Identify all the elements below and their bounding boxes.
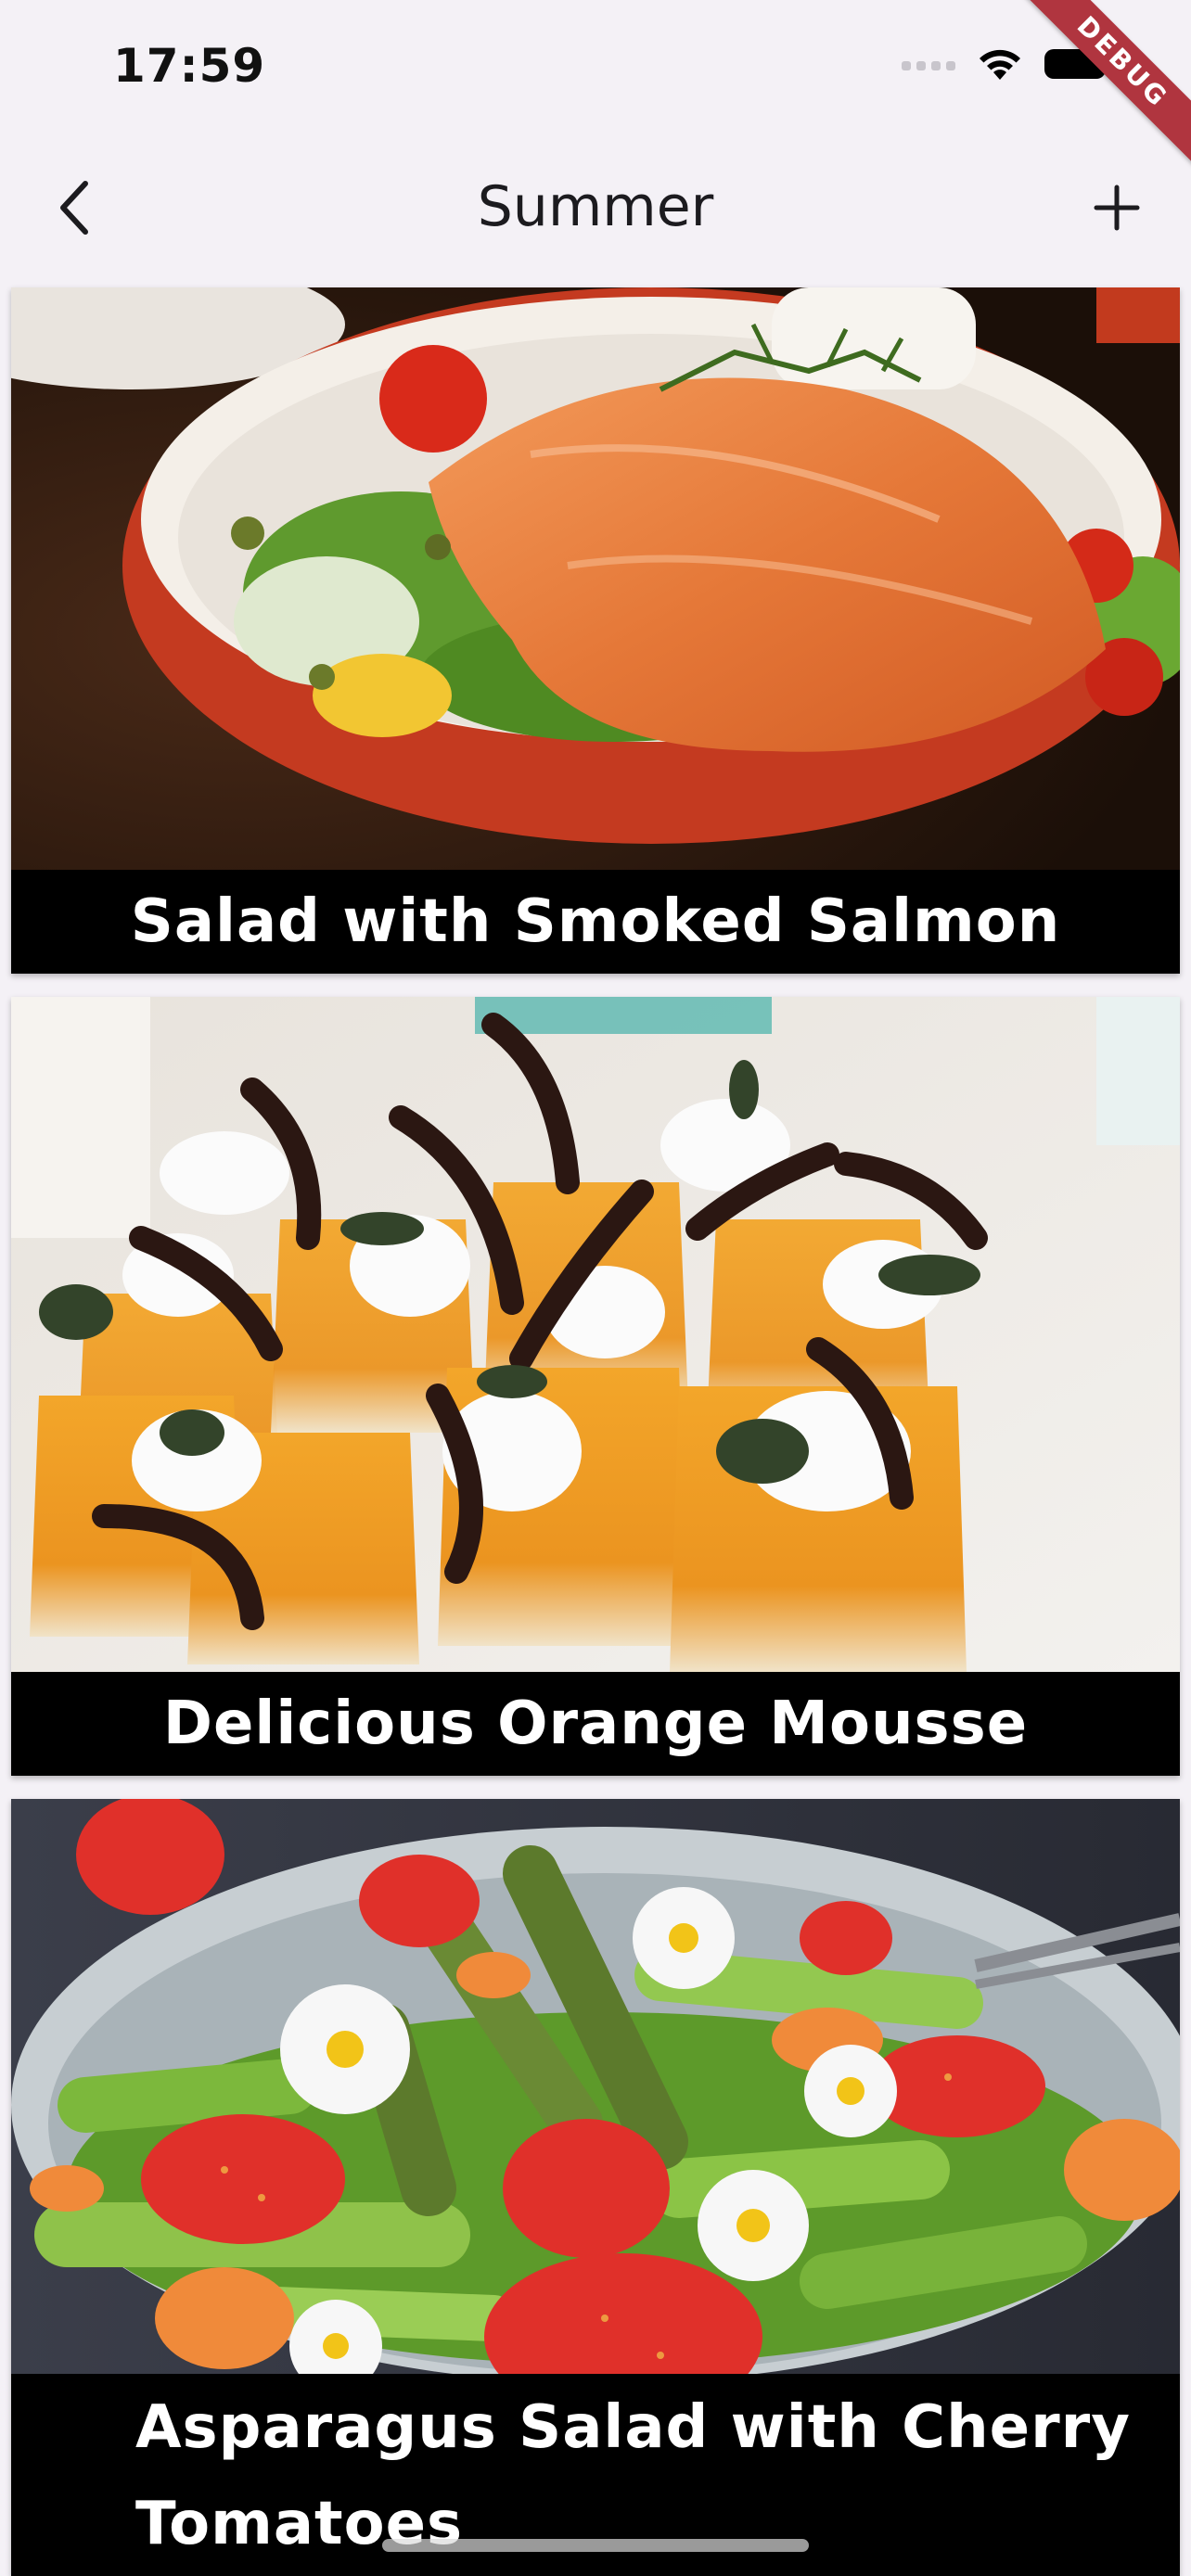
page-title: Summer: [477, 174, 714, 239]
wifi-icon: [980, 49, 1020, 80]
plus-icon: [1094, 185, 1140, 231]
meal-card[interactable]: Salad with Smoked Salmon: [11, 287, 1180, 974]
meal-card[interactable]: Delicious Orange Mousse: [11, 997, 1180, 1776]
status-bar: 17:59: [0, 0, 1191, 139]
meal-image: [11, 1799, 1180, 2374]
add-button[interactable]: [1070, 163, 1163, 252]
meal-image: [11, 287, 1180, 870]
meal-title: Salad with Smoked Salmon: [11, 870, 1180, 974]
status-icons: [902, 46, 1113, 82]
home-indicator[interactable]: [382, 2539, 809, 2552]
meal-card[interactable]: Asparagus Salad with Cherry Tomatoes: [11, 1799, 1180, 2576]
signal-icon: [902, 57, 955, 70]
status-time: 17:59: [113, 39, 266, 93]
meal-title: Delicious Orange Mousse: [11, 1672, 1180, 1776]
app-bar: Summer: [0, 139, 1191, 276]
screen: 17:59 DEBUG Summer Salad with Smoked Sal…: [0, 0, 1191, 2576]
meal-image: [11, 997, 1180, 1672]
